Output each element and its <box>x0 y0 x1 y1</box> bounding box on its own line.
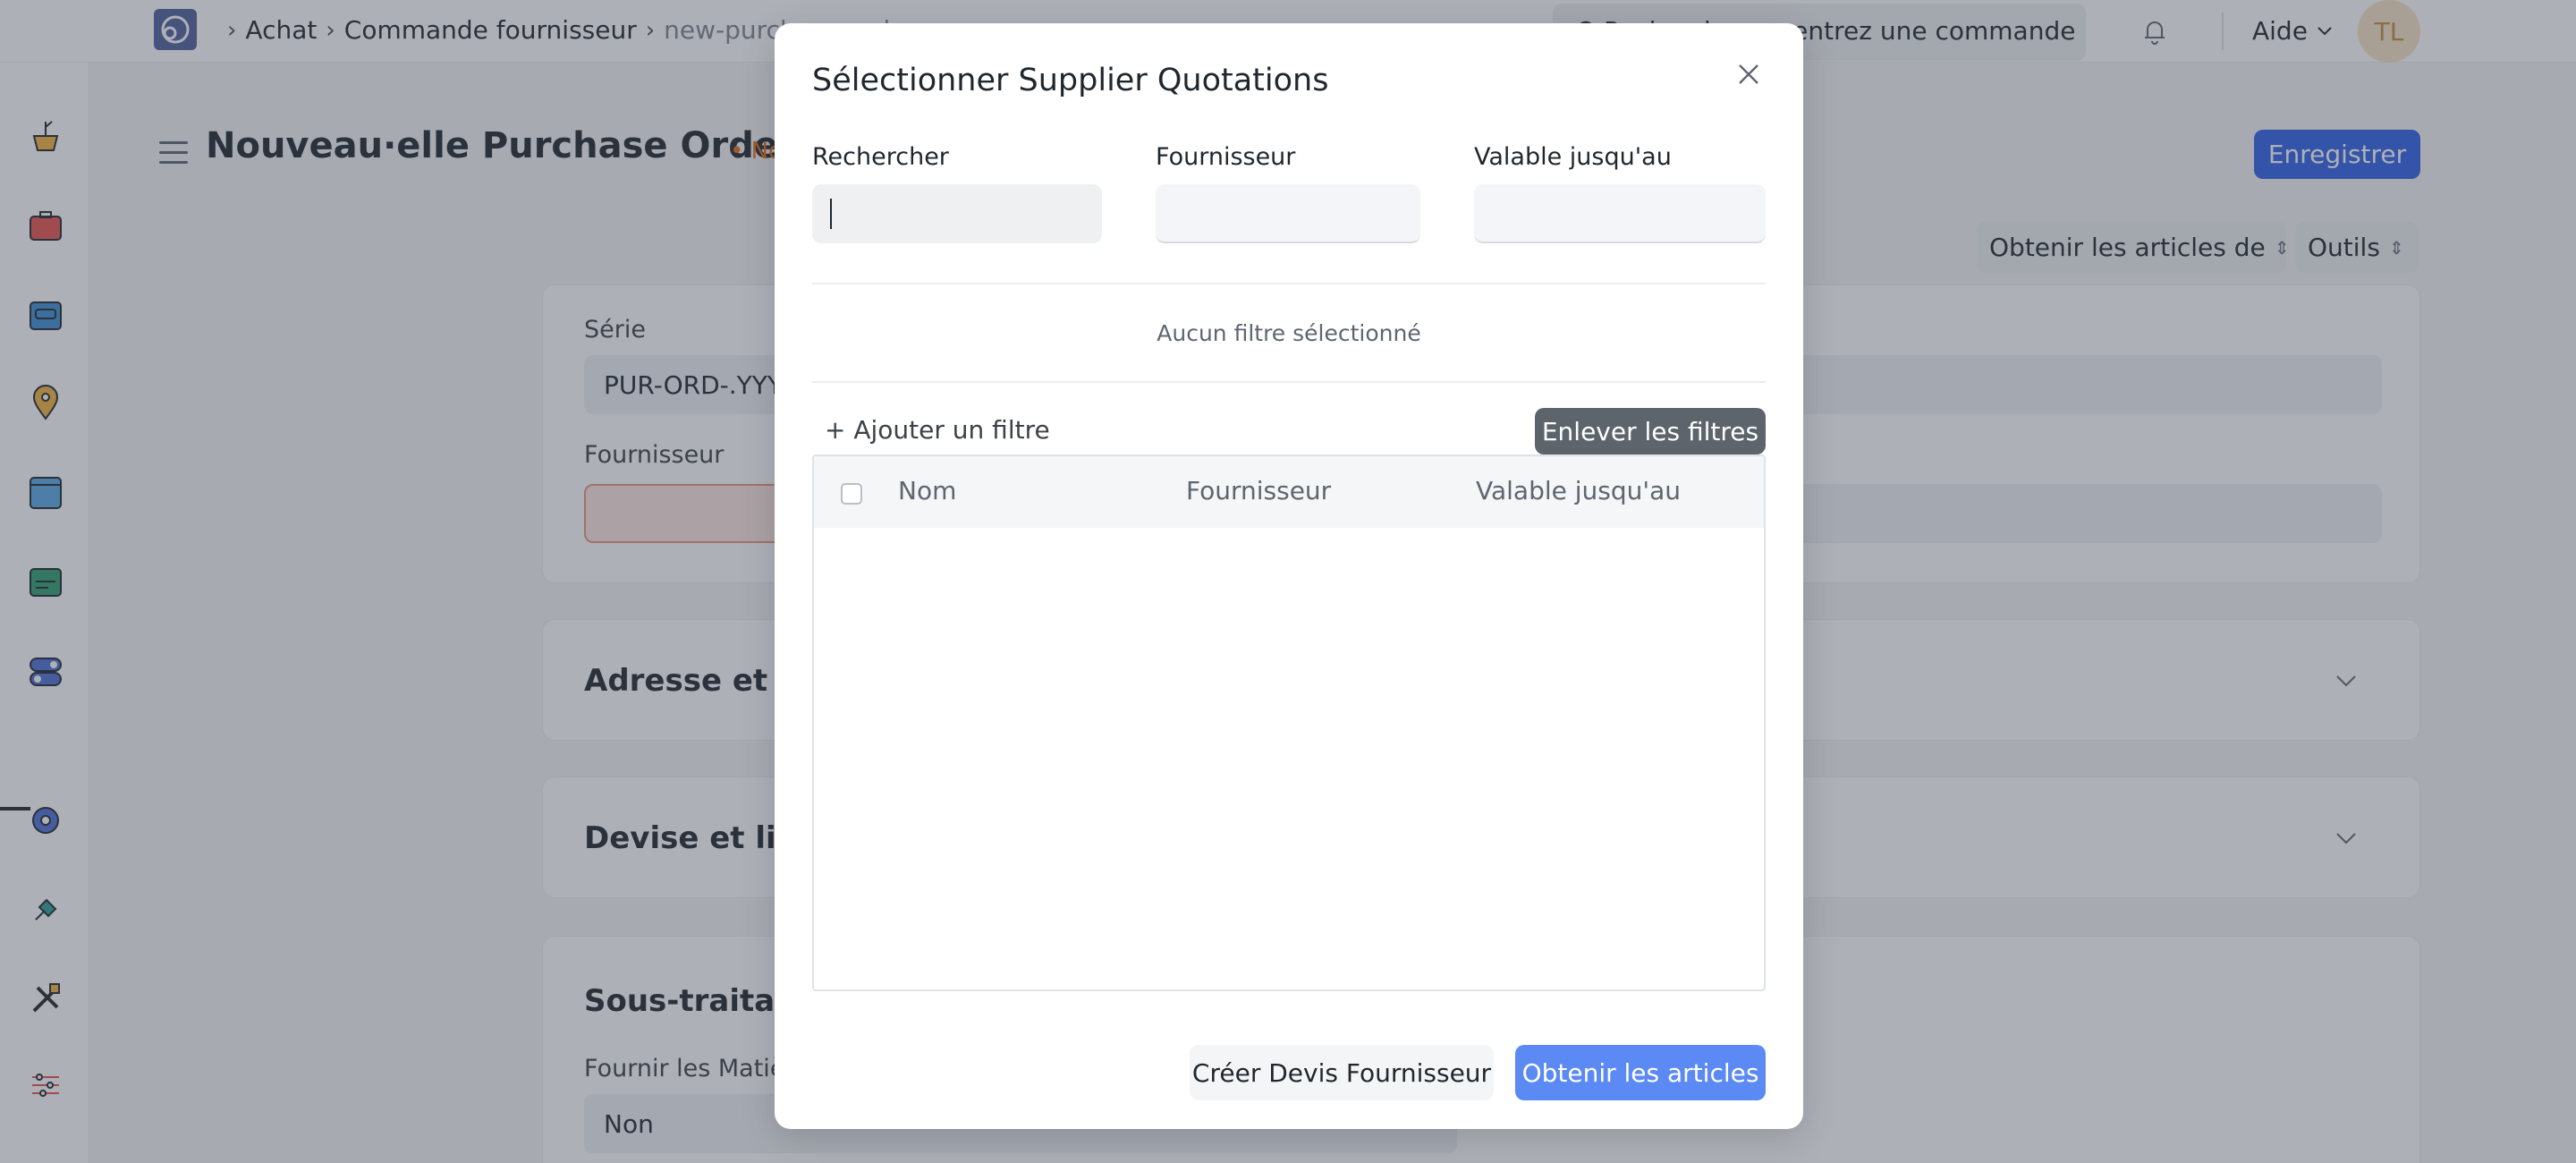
column-header-name: Nom <box>898 476 957 505</box>
valid-until-filter-input[interactable] <box>1474 184 1766 243</box>
search-label: Rechercher <box>812 143 949 171</box>
no-filter-message: Aucun filtre sélectionné <box>1157 320 1421 346</box>
results-table: Nom Fournisseur Valable jusqu'au <box>812 454 1766 991</box>
modal-title: Sélectionner Supplier Quotations <box>812 63 1329 98</box>
filter-divider-bottom <box>812 381 1766 383</box>
create-supplier-quotation-button[interactable]: Créer Devis Fournisseur <box>1190 1045 1494 1100</box>
select-all-checkbox[interactable] <box>841 483 862 505</box>
filter-divider-top <box>812 283 1766 284</box>
get-items-button[interactable]: Obtenir les articles <box>1515 1045 1766 1100</box>
supplier-filter-label: Fournisseur <box>1156 143 1296 171</box>
search-input[interactable] <box>812 184 1102 243</box>
table-header: Nom Fournisseur Valable jusqu'au <box>814 456 1764 528</box>
column-header-supplier: Fournisseur <box>1186 476 1332 505</box>
valid-until-filter-label: Valable jusqu'au <box>1474 143 1672 171</box>
add-filter-button[interactable]: + Ajouter un filtre <box>825 415 1050 445</box>
select-supplier-quotations-dialog: Sélectionner Supplier Quotations Recherc… <box>775 23 1803 1129</box>
text-caret <box>830 199 832 229</box>
supplier-filter-input[interactable] <box>1156 184 1420 243</box>
column-header-valid-until: Valable jusqu'au <box>1476 476 1681 505</box>
close-icon[interactable] <box>1735 61 1762 88</box>
clear-filters-button[interactable]: Enlever les filtres <box>1535 408 1766 454</box>
